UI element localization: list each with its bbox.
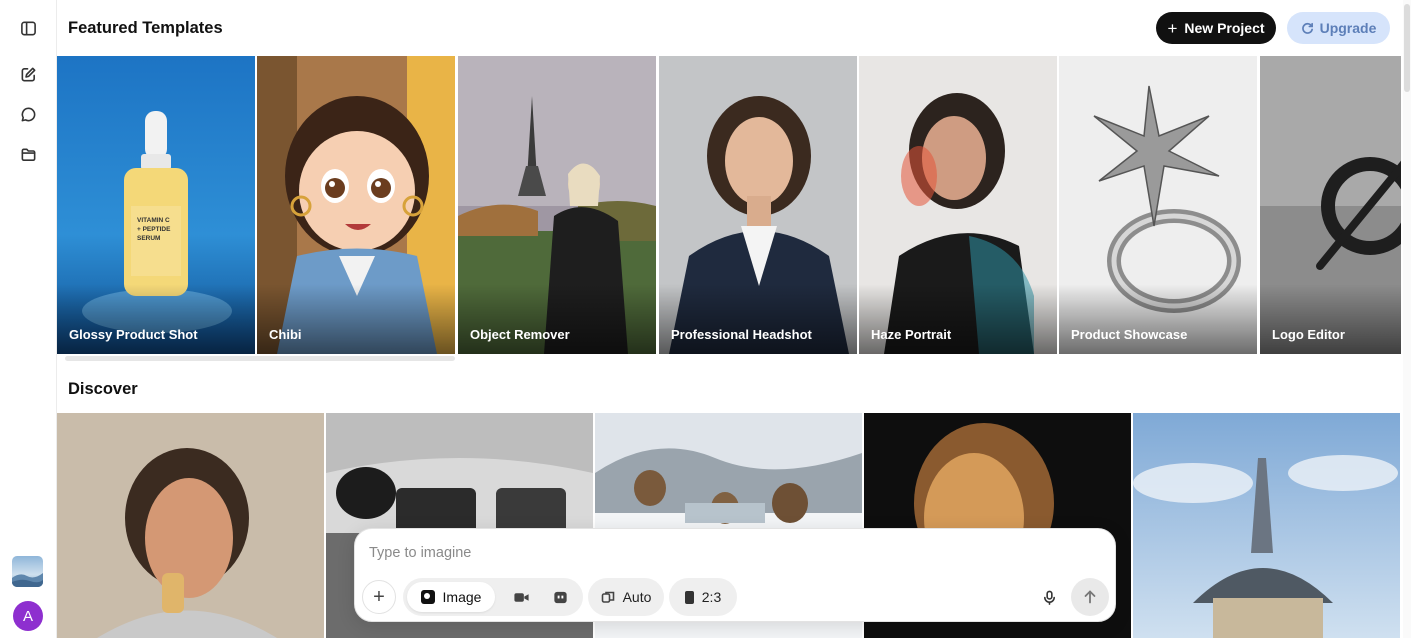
folder-button[interactable] — [17, 143, 39, 165]
discover-card[interactable] — [1133, 413, 1400, 638]
template-label: Logo Editor — [1272, 327, 1345, 342]
new-project-button[interactable]: + New Project — [1156, 12, 1276, 44]
mode-video-button[interactable] — [504, 582, 538, 612]
plus-icon: + — [1167, 18, 1178, 38]
sidebar: A — [0, 0, 57, 638]
discover-image — [57, 413, 324, 638]
mode-character-button[interactable] — [543, 582, 577, 612]
character-icon — [553, 591, 567, 603]
aspect-ratio-icon — [684, 590, 694, 604]
microphone-icon — [1043, 590, 1055, 605]
aspect-ratio-label: 2:3 — [701, 589, 722, 605]
template-card-product-showcase[interactable]: Product Showcase — [1059, 56, 1257, 354]
style-icon — [601, 591, 614, 603]
app-root: A Featured Templates + New Project Upgra… — [0, 0, 1411, 638]
plus-icon: + — [373, 585, 385, 608]
product-label-line1: VITAMIN C — [137, 217, 170, 224]
page-scrollbar[interactable] — [1403, 0, 1411, 638]
template-label: Product Showcase — [1071, 327, 1188, 342]
recent-thumbnail[interactable] — [12, 556, 43, 587]
arrow-up-icon — [1084, 590, 1096, 604]
template-label: Object Remover — [470, 327, 570, 342]
sidebar-toggle-button[interactable] — [17, 17, 39, 39]
voice-input-button[interactable] — [1037, 585, 1061, 609]
new-project-label: New Project — [1184, 20, 1265, 36]
avatar[interactable]: A — [13, 601, 43, 631]
template-label: Chibi — [269, 327, 302, 342]
template-card-chibi[interactable]: Chibi — [257, 56, 455, 354]
template-card-professional-headshot[interactable]: Professional Headshot — [659, 56, 857, 354]
aspect-ratio-button[interactable]: 2:3 — [669, 578, 737, 616]
card-shade — [859, 284, 1057, 354]
featured-scrollbar-thumb[interactable] — [65, 356, 455, 361]
card-shade — [257, 284, 455, 354]
featured-scrollbar[interactable] — [57, 356, 1401, 361]
auto-label: Auto — [622, 589, 652, 605]
discover-title: Discover — [68, 380, 138, 398]
image-icon — [420, 590, 435, 604]
recent-thumbnail-image — [12, 573, 43, 587]
template-label: Glossy Product Shot — [69, 327, 198, 342]
chat-button[interactable] — [17, 103, 39, 125]
template-card-object-remover[interactable]: Object Remover — [458, 56, 656, 354]
card-shade — [1260, 284, 1401, 354]
auto-style-button[interactable]: Auto — [588, 578, 664, 616]
upgrade-label: Upgrade — [1319, 20, 1377, 36]
card-shade — [1059, 284, 1257, 354]
send-button[interactable] — [1071, 578, 1109, 616]
product-label-line3: SERUM — [137, 235, 160, 242]
prompt-composer: + Image Auto 2:3 — [354, 528, 1116, 622]
template-card-haze-portrait[interactable]: Haze Portrait — [859, 56, 1057, 354]
discover-card[interactable] — [57, 413, 324, 638]
prompt-input[interactable] — [369, 541, 969, 565]
new-edit-button[interactable] — [17, 63, 39, 85]
discover-image — [1133, 413, 1400, 638]
add-attachment-button[interactable]: + — [362, 580, 396, 614]
sidebar-toggle-icon — [20, 21, 36, 35]
featured-templates-title: Featured Templates — [68, 19, 223, 37]
mode-image-button[interactable]: Image — [407, 582, 495, 612]
card-shade — [659, 284, 857, 354]
edit-icon — [21, 67, 35, 81]
template-label: Professional Headshot — [671, 327, 812, 342]
generation-mode-switcher: Image — [403, 578, 583, 616]
featured-templates-carousel: VITAMIN C + PEPTIDE SERUM Glossy Product… — [57, 56, 1401, 354]
refresh-icon — [1301, 22, 1313, 34]
card-shade — [57, 284, 255, 354]
template-card-logo-editor[interactable]: Logo Editor — [1260, 56, 1401, 354]
page-scrollbar-thumb[interactable] — [1404, 4, 1410, 92]
card-shade — [458, 284, 656, 354]
video-camera-icon — [513, 592, 529, 602]
product-label-line2: + PEPTIDE — [137, 226, 171, 233]
chat-icon — [21, 107, 35, 121]
upgrade-button[interactable]: Upgrade — [1287, 12, 1390, 44]
mode-image-label: Image — [442, 589, 482, 605]
template-card-glossy-product-shot[interactable]: VITAMIN C + PEPTIDE SERUM Glossy Product… — [57, 56, 255, 354]
template-label: Haze Portrait — [871, 327, 952, 342]
folder-icon — [21, 148, 35, 161]
